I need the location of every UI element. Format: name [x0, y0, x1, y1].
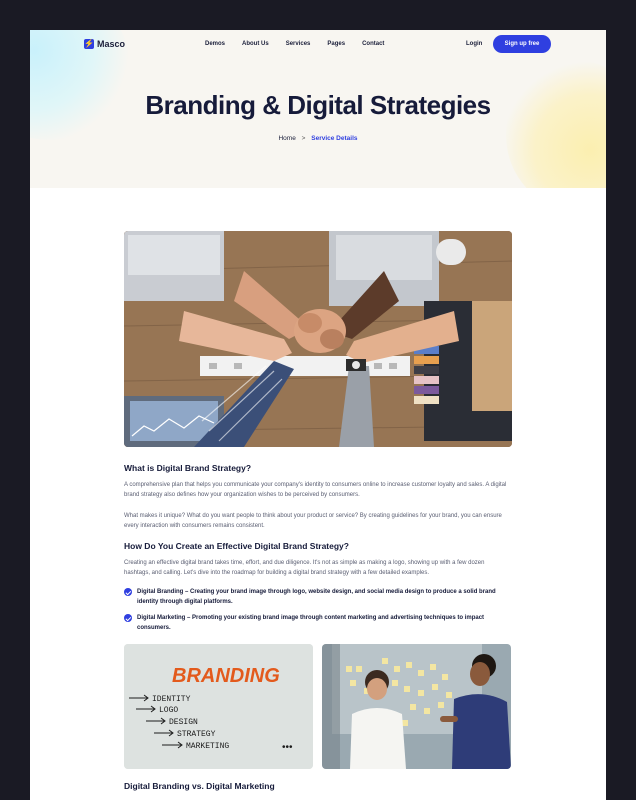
- team-fist-bump-photo: [124, 231, 512, 447]
- breadcrumb: Home > Service Details: [30, 135, 606, 142]
- main-menu: Demos About Us Services Pages Contact: [205, 41, 401, 47]
- bullet-text: Digital Marketing – Promoting your exist…: [137, 615, 485, 631]
- page-title: Branding & Digital Strategies: [145, 90, 491, 120]
- paragraph: Creating an effective digital brand take…: [124, 560, 485, 576]
- paragraph: A comprehensive plan that helps you comm…: [124, 482, 507, 498]
- image-gallery: BRANDING IDENTITY LOGO DESIGN STRATEGY M…: [124, 644, 512, 769]
- whiteboard-item: MARKETING: [186, 742, 229, 751]
- whiteboard-item: IDENTITY: [152, 695, 191, 704]
- team-discussion-illustration: [322, 644, 511, 769]
- nav-item-pages[interactable]: Pages: [327, 41, 345, 47]
- breadcrumb-current: Service Details: [311, 135, 358, 142]
- nav-item-contact[interactable]: Contact: [362, 41, 384, 47]
- whiteboard-illustration: BRANDING IDENTITY LOGO DESIGN STRATEGY M…: [124, 644, 313, 769]
- breadcrumb-home[interactable]: Home: [278, 135, 295, 142]
- top-navigation: ⚡ Masco Demos About Us Services Pages Co…: [30, 30, 606, 60]
- breadcrumb-separator: >: [301, 135, 306, 142]
- hero-section: ⚡ Masco Demos About Us Services Pages Co…: [30, 30, 606, 188]
- section-heading-what-is: What is Digital Brand Strategy?: [124, 463, 252, 473]
- page-frame: ⚡ Masco Demos About Us Services Pages Co…: [30, 30, 606, 800]
- login-link[interactable]: Login: [466, 41, 482, 47]
- check-circle-icon: [124, 614, 132, 622]
- section-heading-how-to: How Do You Create an Effective Digital B…: [124, 541, 349, 551]
- branding-whiteboard-photo: BRANDING IDENTITY LOGO DESIGN STRATEGY M…: [124, 644, 313, 769]
- nav-item-about-us[interactable]: About Us: [242, 41, 269, 47]
- team-sticky-notes-photo: [322, 644, 511, 769]
- article-content: What is Digital Brand Strategy? A compre…: [124, 231, 512, 791]
- whiteboard-item: DESIGN: [169, 718, 198, 727]
- list-item: Digital Marketing – Promoting your exist…: [124, 613, 512, 633]
- check-circle-icon: [124, 588, 132, 596]
- logo-text: Masco: [97, 39, 126, 49]
- whiteboard-title: BRANDING: [172, 665, 280, 687]
- list-item: Digital Branding – Creating your brand i…: [124, 587, 512, 607]
- nav-item-services[interactable]: Services: [286, 41, 311, 47]
- team-photo-illustration: [124, 231, 512, 447]
- paragraph: What makes it unique? What do you want p…: [124, 513, 502, 529]
- bullet-text: Digital Branding – Creating your brand i…: [137, 589, 496, 605]
- nav-item-demos[interactable]: Demos: [205, 41, 225, 47]
- site-logo[interactable]: ⚡ Masco: [84, 39, 125, 49]
- section-heading-vs: Digital Branding vs. Digital Marketing: [124, 781, 275, 791]
- whiteboard-item: LOGO: [159, 706, 178, 715]
- whiteboard-dots: •••: [282, 742, 293, 753]
- bolt-icon: ⚡: [84, 39, 94, 49]
- decorative-blob-right: [506, 60, 606, 188]
- signup-button[interactable]: Sign up free: [493, 35, 551, 53]
- whiteboard-item: STRATEGY: [177, 730, 216, 739]
